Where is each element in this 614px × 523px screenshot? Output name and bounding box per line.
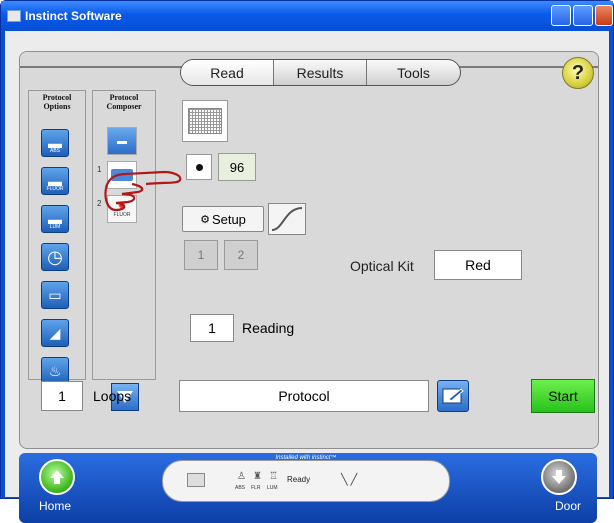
protocol-options-panel: Protocol Options ▬ ABS ▬ FLUOR ▬ LUM ◷ ▭… — [28, 90, 86, 385]
loops-label: Loops — [93, 388, 132, 404]
bottom-toolbar: 1 Loops Protocol Start — [19, 376, 595, 416]
protocol-composer-panel: Protocol Composer ▬ 1 2 ✹ FLUOR — [92, 90, 156, 411]
status-text: Ready — [287, 475, 311, 484]
read-settings-area: 96 ⚙ Setup 1 2 Optical Kit Red 1 Reading — [168, 90, 588, 380]
lum-read-button[interactable]: ▬ LUM — [41, 205, 69, 233]
footer-bar: Home Installed with instinct™ ♙ ♜ ♖ ABS … — [19, 453, 597, 523]
protocol-options-title: Protocol Options — [29, 93, 85, 111]
abs-status-icon: ♙ — [237, 471, 246, 482]
tab-tools[interactable]: Tools — [367, 60, 460, 85]
abs-status-label: ABS — [235, 485, 246, 491]
abs-read-sub: ABS — [49, 148, 60, 154]
protocol-options-title-line1: Protocol — [42, 93, 72, 102]
protocol-composer-title: Protocol Composer — [93, 93, 155, 111]
maximize-button[interactable] — [573, 5, 593, 26]
fluor-status-label: FLR — [251, 485, 261, 491]
lamp-icon: ╲ ╱ — [341, 474, 358, 486]
timer-button[interactable]: ◷ — [41, 243, 69, 271]
reading-label: Reading — [242, 320, 295, 336]
timer-icon: ◷ — [47, 246, 63, 267]
optical-kit-field[interactable]: Red — [434, 250, 522, 280]
protocol-name-field[interactable]: Protocol — [179, 380, 429, 412]
setup-icon: ⚙ — [200, 213, 210, 226]
protocol-composer-title-line2: Composer — [106, 102, 142, 111]
window-controls — [551, 5, 613, 26]
pointing-hand-icon — [104, 170, 182, 212]
home-button[interactable] — [39, 459, 75, 495]
curve-icon — [271, 207, 303, 231]
title-bar: Instinct Software — [1, 1, 613, 31]
setup-label: Setup — [211, 211, 246, 227]
lum-status-label: LUM — [267, 485, 278, 491]
edit-protocol-icon — [442, 388, 464, 404]
fluor-read-sub: FLUOR — [46, 186, 64, 192]
optical-kit-label: Optical Kit — [350, 258, 414, 274]
instrument-status-panel: Installed with instinct™ ♙ ♜ ♖ ABS FLR L… — [162, 455, 450, 502]
minimize-button[interactable] — [551, 5, 571, 26]
kinetic-icon: ◢ — [49, 324, 61, 341]
plate-icon: ▭ — [48, 286, 62, 303]
composer-item-abs[interactable]: ▬ — [107, 127, 137, 155]
step-1-label: 1 — [197, 248, 205, 262]
plate-layout-button[interactable] — [182, 100, 228, 142]
protocol-composer-title-line1: Protocol — [109, 93, 139, 102]
fluor-status-icon: ♜ — [253, 471, 262, 482]
reading-count-field[interactable]: 1 — [190, 314, 234, 342]
app-icon — [7, 10, 21, 22]
kinetic-button[interactable]: ◢ — [41, 319, 69, 347]
save-protocol-button[interactable] — [437, 380, 469, 412]
abs-read-button[interactable]: ▬ ABS — [41, 129, 69, 157]
step-1-button[interactable]: 1 — [184, 240, 218, 270]
home-label: Home — [39, 499, 72, 513]
client-area: Read Results Tools ? Protocol Options ▬ … — [5, 31, 609, 523]
tab-read[interactable]: Read — [181, 60, 274, 85]
step-2-label: 2 — [237, 248, 245, 262]
well-count-field[interactable]: 96 — [218, 153, 256, 181]
installed-caption: Installed with instinct™ — [275, 455, 337, 461]
lum-read-sub: LUM — [49, 224, 61, 230]
tab-results[interactable]: Results — [274, 60, 367, 85]
protocol-options-title-line2: Options — [43, 102, 71, 111]
curve-button[interactable] — [268, 203, 306, 235]
lum-status-icon: ♖ — [269, 471, 278, 482]
composer-step-number-1: 1 — [97, 165, 102, 174]
door-arrow-icon — [552, 470, 566, 484]
help-button[interactable]: ? — [562, 57, 594, 89]
composer-step-number-2: 2 — [97, 199, 102, 208]
app-window: Instinct Software Read Results Tools ? P… — [0, 0, 614, 523]
step-2-button[interactable]: 2 — [224, 240, 258, 270]
plate-button[interactable]: ▭ — [41, 281, 69, 309]
window-title: Instinct Software — [25, 9, 122, 23]
start-button[interactable]: Start — [531, 379, 595, 413]
tab-bar: Read Results Tools — [180, 59, 461, 86]
door-label: Door — [554, 499, 581, 513]
abs-step-icon: ▬ — [117, 135, 127, 147]
plate-grid-icon — [188, 108, 222, 134]
fluor-read-button[interactable]: ▬ FLUOR — [41, 167, 69, 195]
loops-count-field[interactable]: 1 — [41, 381, 83, 411]
home-arrow-icon — [50, 470, 64, 484]
close-button[interactable] — [595, 5, 613, 26]
mini-plate-icon — [187, 473, 205, 487]
door-button[interactable] — [541, 459, 577, 495]
